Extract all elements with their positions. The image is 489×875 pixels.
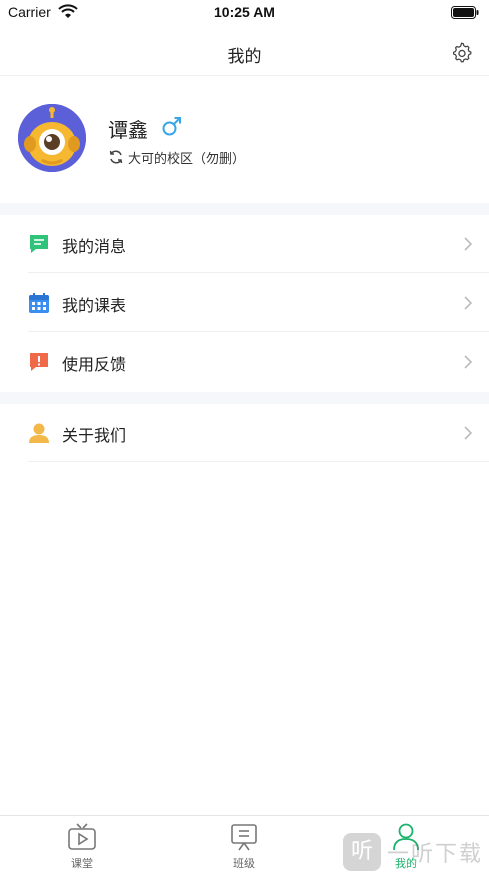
- tab-class[interactable]: 班级: [184, 822, 304, 874]
- row-divider: [28, 272, 489, 273]
- user-name: 谭鑫: [108, 118, 148, 142]
- menu-item-label: 关于我们: [62, 426, 127, 445]
- robot-avatar-icon: [18, 104, 86, 172]
- status-bar: Carrier 10:25 AM: [0, 0, 489, 26]
- menu-item-label: 我的课表: [62, 296, 127, 315]
- section-divider: [0, 392, 489, 404]
- menu-item-feedback[interactable]: 使用反馈: [0, 333, 489, 391]
- profile-header[interactable]: 谭鑫 大可的校区（勿删）: [0, 76, 489, 203]
- chevron-right-icon: [464, 426, 473, 440]
- message-icon: [30, 235, 48, 253]
- campus-switcher[interactable]: 大可的校区（勿删）: [108, 148, 246, 167]
- tab-label: 课堂: [71, 857, 93, 870]
- feedback-icon: [30, 353, 48, 371]
- watermark-text: 一听下载: [386, 842, 483, 867]
- chevron-right-icon: [464, 296, 473, 310]
- menu-item-schedule[interactable]: 我的课表: [0, 274, 489, 332]
- campus-name: 大可的校区（勿删）: [128, 151, 246, 167]
- board-icon: [231, 824, 257, 851]
- section-divider: [0, 203, 489, 215]
- male-icon: [162, 117, 181, 136]
- tv-play-icon: [68, 823, 96, 850]
- watermark-logo: 听 一听下载: [342, 832, 483, 872]
- nav-bar: 我的: [0, 30, 489, 76]
- battery-icon: [451, 6, 479, 19]
- tab-label: 班级: [233, 857, 255, 870]
- chevron-right-icon: [464, 355, 473, 369]
- menu-item-messages[interactable]: 我的消息: [0, 215, 489, 273]
- gear-icon[interactable]: [451, 42, 473, 64]
- person-icon: [29, 423, 49, 443]
- row-divider: [28, 461, 489, 462]
- watermark-logo-icon: 听: [342, 833, 381, 871]
- chevron-right-icon: [464, 237, 473, 251]
- menu-item-label: 使用反馈: [62, 355, 127, 374]
- avatar[interactable]: [18, 104, 86, 172]
- refresh-icon: [109, 150, 123, 164]
- status-time: 10:25 AM: [214, 4, 275, 20]
- page-title: 我的: [227, 47, 262, 67]
- menu-item-about[interactable]: 关于我们: [0, 404, 489, 462]
- calendar-icon: [29, 293, 49, 313]
- row-divider: [28, 331, 489, 332]
- tab-classroom[interactable]: 课堂: [22, 822, 142, 874]
- menu-item-label: 我的消息: [62, 237, 127, 256]
